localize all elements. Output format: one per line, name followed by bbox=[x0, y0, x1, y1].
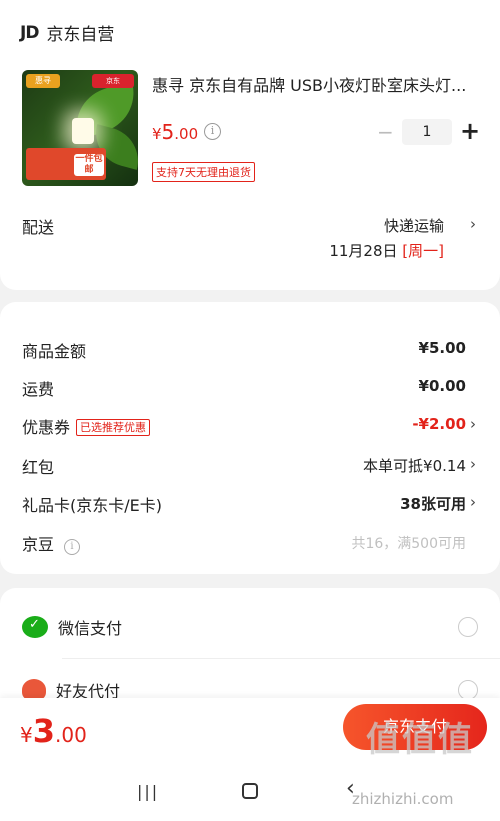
delivery-weekday: [周一] bbox=[402, 242, 444, 260]
divider bbox=[62, 658, 500, 659]
wechat-pay-label: 微信支付 bbox=[58, 619, 123, 638]
shipping-value: ¥0.00 bbox=[418, 377, 466, 395]
quantity-plus-button[interactable]: + bbox=[460, 118, 480, 144]
total-int: 3 bbox=[32, 712, 55, 750]
friend-pay-radio[interactable] bbox=[458, 680, 478, 700]
product-image[interactable]: 惠寻 京东 一件包邮 bbox=[22, 70, 138, 186]
watermark-url: zhizhizhi.com bbox=[352, 790, 454, 808]
quantity-input[interactable]: 1 bbox=[402, 119, 452, 145]
total-symbol: ¥ bbox=[20, 723, 33, 747]
delivery-date-text: 11月28日 bbox=[329, 242, 398, 260]
product-price: ¥5.00 bbox=[152, 120, 198, 144]
jingdou-label: 京豆 bbox=[22, 535, 55, 554]
store-name: 京东自营 bbox=[46, 25, 115, 45]
watermark-logo: 值值值 bbox=[366, 720, 474, 760]
shipping-label: 运费 bbox=[22, 380, 55, 399]
price-dec: .00 bbox=[174, 125, 199, 143]
order-item-card: JD 京东自营 惠寻 京东 一件包邮 惠寻 京东自有品牌 USB小夜灯卧室床头灯… bbox=[0, 0, 500, 290]
jingdou-row: 京豆 i bbox=[22, 531, 81, 555]
image-promo-tag: 一件包邮 bbox=[74, 154, 104, 176]
total-dec: .00 bbox=[55, 723, 87, 747]
chevron-right-icon[interactable]: › bbox=[466, 493, 480, 511]
recents-icon[interactable]: ||| bbox=[137, 782, 159, 801]
image-jd-badge: 京东 bbox=[92, 74, 134, 88]
image-brand-badge: 惠寻 bbox=[26, 74, 60, 88]
coupon-label: 优惠券 bbox=[22, 418, 71, 437]
delivery-label: 配送 bbox=[22, 218, 55, 237]
quantity-minus-button[interactable]: − bbox=[377, 120, 394, 144]
coupon-value[interactable]: -¥2.00 bbox=[412, 415, 466, 433]
delivery-date[interactable]: 11月28日 [周一] bbox=[329, 240, 444, 261]
price-info-icon[interactable]: i bbox=[204, 123, 221, 140]
price-int: 5 bbox=[161, 120, 175, 144]
wechat-pay-option[interactable]: 微信支付 bbox=[22, 615, 122, 639]
delivery-method[interactable]: 快递运输 bbox=[384, 215, 444, 236]
goods-amount-label: 商品金额 bbox=[22, 342, 87, 361]
jingdou-value: 共16，满500可用 bbox=[351, 536, 466, 552]
coupon-row[interactable]: 优惠券 已选推荐优惠 bbox=[22, 414, 151, 438]
image-lamp bbox=[72, 118, 94, 144]
total-amount: ¥3.00 bbox=[20, 712, 87, 750]
goods-amount-value: ¥5.00 bbox=[418, 339, 466, 357]
coupon-badge: 已选推荐优惠 bbox=[76, 419, 151, 436]
store-header[interactable]: JD 京东自营 bbox=[20, 20, 115, 46]
price-symbol: ¥ bbox=[152, 125, 162, 143]
wechat-pay-icon bbox=[22, 616, 48, 638]
chevron-right-icon[interactable]: › bbox=[466, 415, 480, 433]
return-policy-badge: 支持7天无理由退货 bbox=[152, 162, 255, 182]
home-icon[interactable] bbox=[242, 783, 258, 799]
redpacket-label: 红包 bbox=[22, 458, 55, 477]
product-title[interactable]: 惠寻 京东自有品牌 USB小夜灯卧室床头灯... bbox=[152, 72, 482, 96]
giftcard-value[interactable]: 38张可用 bbox=[400, 493, 466, 514]
wechat-pay-radio[interactable] bbox=[458, 617, 478, 637]
chevron-right-icon[interactable]: › bbox=[466, 215, 480, 233]
chevron-right-icon[interactable]: › bbox=[466, 455, 480, 473]
price-summary-card: 商品金额 ¥5.00 运费 ¥0.00 优惠券 已选推荐优惠 -¥2.00 › 红… bbox=[0, 302, 500, 574]
giftcard-label: 礼品卡(京东卡/E卡) bbox=[22, 496, 162, 515]
jingdou-info-icon[interactable]: i bbox=[64, 539, 81, 555]
redpacket-value[interactable]: 本单可抵¥0.14 bbox=[363, 455, 466, 476]
jd-logo-icon: JD bbox=[20, 22, 39, 43]
